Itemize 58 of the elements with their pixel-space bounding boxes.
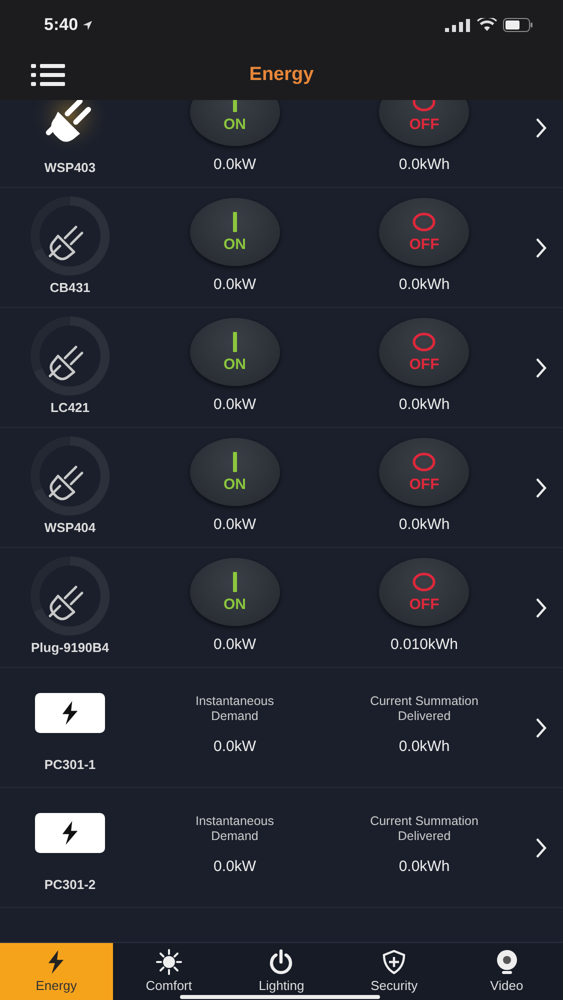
meter-icon [35, 693, 105, 733]
power-value: 0.0kW [213, 156, 256, 173]
energy-value: 0.0kWh [398, 276, 450, 293]
on-button[interactable]: ON [190, 438, 280, 506]
power-value: 0.0kW [213, 516, 256, 533]
energy-value: 0.0kWh [398, 738, 450, 755]
chevron-right-icon[interactable] [535, 116, 547, 138]
chevron-right-icon[interactable] [535, 236, 547, 258]
energy-value: 0.0kWh [398, 516, 450, 533]
power-icon [268, 949, 294, 975]
location-icon [82, 20, 94, 30]
signal-icon [445, 18, 471, 32]
energy-value: 0.0kWh [398, 156, 450, 173]
status-time: 5:40 [44, 15, 78, 35]
device-name: PC301-1 [44, 757, 96, 772]
device-name: WSP403 [44, 160, 96, 175]
circle-icon [412, 332, 436, 352]
on-button[interactable]: ON [190, 100, 280, 146]
power-value: 0.0kW [213, 858, 256, 875]
shield-icon [382, 949, 406, 975]
chevron-right-icon[interactable] [535, 596, 547, 618]
tab[interactable]: Video [450, 943, 563, 1000]
on-button[interactable]: ON [190, 198, 280, 266]
tab[interactable]: Energy [0, 943, 113, 1000]
power-value: 0.0kW [213, 636, 256, 653]
tab[interactable]: Comfort [112, 943, 226, 1000]
meter-icon [35, 813, 105, 853]
wifi-icon [477, 18, 497, 32]
power-value: 0.0kW [213, 276, 256, 293]
on-button[interactable]: ON [190, 558, 280, 626]
menu-button[interactable] [30, 63, 66, 87]
energy-value: 0.0kWh [398, 858, 450, 875]
energy-value: 0.0kWh [398, 396, 450, 413]
device-name: CB431 [50, 280, 90, 295]
chevron-right-icon[interactable] [535, 356, 547, 378]
screen-title: Energy [248, 64, 315, 86]
demand-label: Instantaneous Demand [194, 814, 276, 844]
tab[interactable]: Lighting [225, 943, 338, 1000]
device-name: WSP404 [44, 520, 96, 535]
power-value: 0.0kW [213, 396, 256, 413]
demand-label: Instantaneous Demand [194, 694, 276, 724]
chevron-right-icon[interactable] [535, 716, 547, 738]
power-value: 0.0kW [213, 738, 256, 755]
summation-label: Current Summation Delivered [369, 694, 480, 724]
chevron-right-icon[interactable] [535, 836, 547, 858]
device-name: Plug-9190B4 [30, 640, 110, 655]
circle-icon [412, 452, 436, 472]
device-name: LC421 [50, 400, 90, 415]
chevron-right-icon[interactable] [535, 476, 547, 498]
circle-icon [412, 572, 436, 592]
device-name: PC301-2 [44, 877, 96, 892]
on-button[interactable]: ON [190, 318, 280, 386]
circle-icon [412, 212, 436, 232]
sun-icon [154, 949, 184, 975]
battery-icon [503, 18, 533, 32]
energy-value: 0.010kWh [390, 636, 458, 653]
tab[interactable]: Security [338, 943, 450, 1000]
summation-label: Current Summation Delivered [369, 814, 480, 844]
